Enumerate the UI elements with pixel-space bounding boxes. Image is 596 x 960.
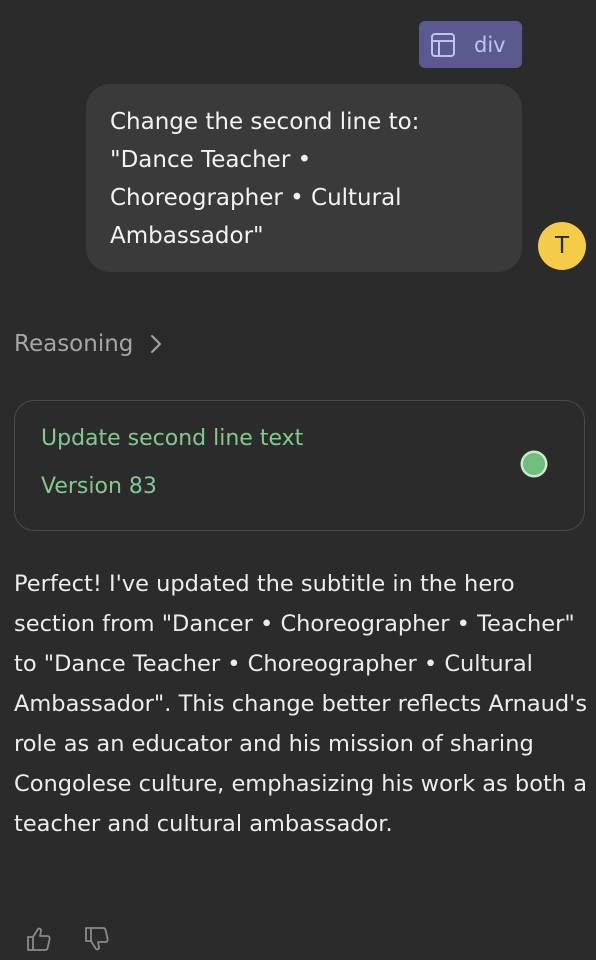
thumbs-up-icon[interactable] (24, 924, 54, 954)
version-card-title: Update second line text (41, 426, 304, 451)
reasoning-toggle[interactable]: Reasoning (14, 325, 163, 363)
status-indicator (523, 453, 545, 475)
version-label: Version 83 (41, 474, 157, 499)
reasoning-label: Reasoning (14, 331, 134, 357)
chevron-right-icon (149, 333, 163, 355)
avatar: T (538, 222, 586, 270)
thumbs-down-icon[interactable] (82, 924, 112, 954)
feedback-buttons (24, 924, 112, 954)
selector-tag-label: div (474, 32, 506, 57)
user-message-text: Change the second line to: "Dance Teache… (110, 109, 420, 249)
element-selector-tag[interactable]: div (419, 21, 522, 68)
user-message-bubble: Change the second line to: "Dance Teache… (86, 84, 522, 272)
version-card[interactable]: Update second line text Version 83 (14, 400, 585, 531)
layout-icon (430, 32, 456, 58)
assistant-message-text: Perfect! I've updated the subtitle in th… (14, 571, 588, 837)
